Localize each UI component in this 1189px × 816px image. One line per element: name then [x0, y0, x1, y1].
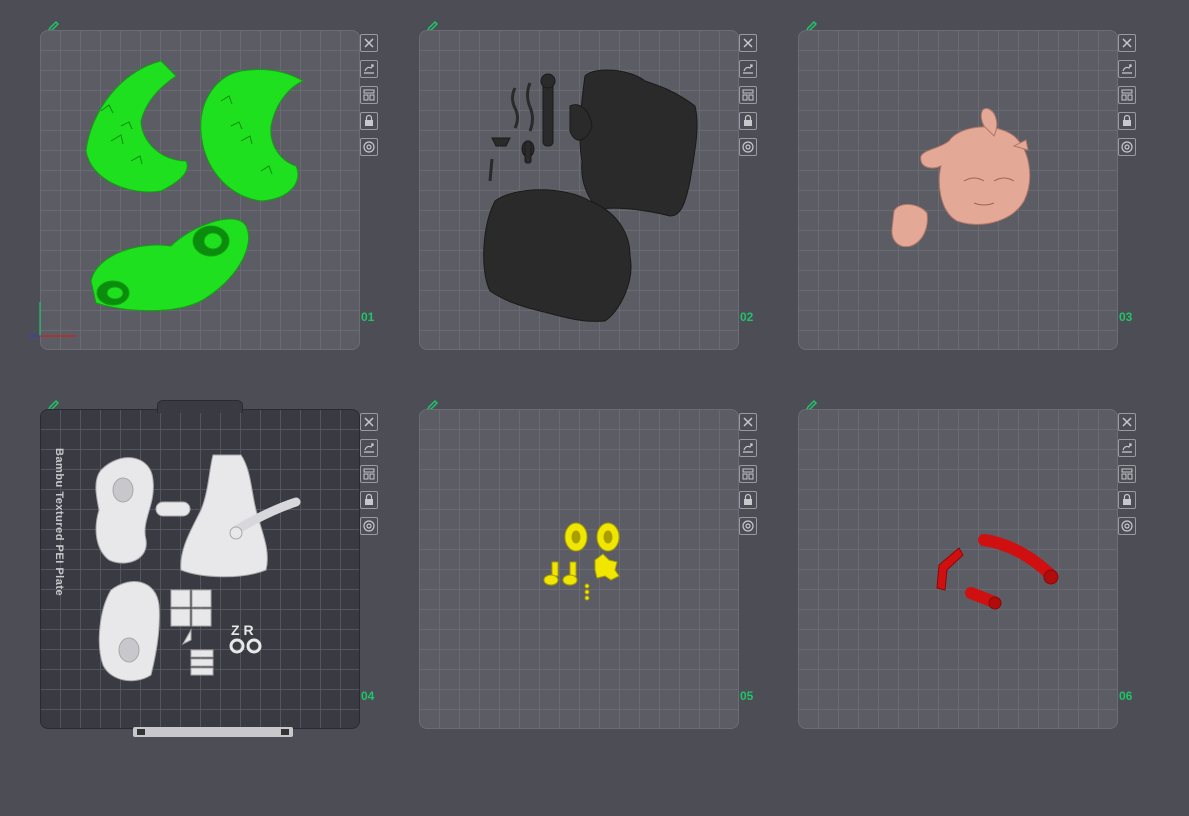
lock-icon[interactable] — [739, 112, 757, 130]
close-icon[interactable] — [739, 413, 757, 431]
lock-icon[interactable] — [1118, 112, 1136, 130]
model-skin-parts[interactable] — [799, 31, 1117, 349]
build-plate[interactable] — [798, 409, 1118, 729]
plate-06[interactable]: 06 — [798, 389, 1158, 729]
auto-orient-icon[interactable] — [360, 439, 378, 457]
auto-orient-icon[interactable] — [1118, 439, 1136, 457]
lock-icon[interactable] — [360, 491, 378, 509]
settings-icon[interactable] — [360, 138, 378, 156]
model-black-parts[interactable] — [420, 31, 738, 349]
close-icon[interactable] — [360, 34, 378, 52]
arrange-icon[interactable] — [1118, 86, 1136, 104]
plate-03[interactable]: 03 — [798, 10, 1158, 350]
plate-05[interactable]: 05 — [419, 389, 779, 729]
plate-number: 02 — [740, 310, 754, 324]
arrange-icon[interactable] — [739, 86, 757, 104]
build-plate[interactable] — [798, 30, 1118, 350]
plate-toolbar — [1118, 413, 1138, 543]
arrange-icon[interactable] — [1118, 465, 1136, 483]
plate-toolbar — [739, 413, 759, 543]
plate-02[interactable]: 02 — [419, 10, 779, 350]
plate-number: 04 — [361, 689, 375, 703]
plate-number: 06 — [1119, 689, 1133, 703]
auto-orient-icon[interactable] — [739, 439, 757, 457]
auto-orient-icon[interactable] — [739, 60, 757, 78]
model-yellow-parts[interactable] — [420, 410, 738, 728]
build-plate[interactable] — [40, 30, 360, 350]
settings-icon[interactable] — [739, 517, 757, 535]
model-red-parts[interactable] — [799, 410, 1117, 728]
plate-number: 05 — [740, 689, 754, 703]
lock-icon[interactable] — [739, 491, 757, 509]
plate-toolbar — [360, 34, 380, 164]
model-white-parts[interactable]: Z R — [41, 410, 359, 728]
arrange-icon[interactable] — [360, 465, 378, 483]
textured-build-plate[interactable]: Bambu Textured PEI Plate Z R — [40, 400, 360, 737]
svg-text:Z R: Z R — [231, 622, 254, 638]
plate-01[interactable]: 01 — [28, 10, 400, 350]
plate-number: 03 — [1119, 310, 1133, 324]
auto-orient-icon[interactable] — [1118, 60, 1136, 78]
build-plate[interactable] — [419, 409, 739, 729]
settings-icon[interactable] — [1118, 517, 1136, 535]
settings-icon[interactable] — [1118, 138, 1136, 156]
auto-orient-icon[interactable] — [360, 60, 378, 78]
lock-icon[interactable] — [360, 112, 378, 130]
arrange-icon[interactable] — [360, 86, 378, 104]
close-icon[interactable] — [1118, 34, 1136, 52]
build-plate[interactable] — [419, 30, 739, 350]
settings-icon[interactable] — [739, 138, 757, 156]
close-icon[interactable] — [739, 34, 757, 52]
plate-04[interactable]: Bambu Textured PEI Plate Z R 04 — [40, 389, 400, 737]
lock-icon[interactable] — [1118, 491, 1136, 509]
settings-icon[interactable] — [360, 517, 378, 535]
plate-toolbar — [1118, 34, 1138, 164]
plate-number: 01 — [361, 310, 375, 324]
arrange-icon[interactable] — [739, 465, 757, 483]
plate-toolbar — [739, 34, 759, 164]
plate-toolbar — [360, 413, 380, 543]
close-icon[interactable] — [360, 413, 378, 431]
close-icon[interactable] — [1118, 413, 1136, 431]
plate-info-bar — [133, 727, 293, 737]
axis-indicator-icon — [28, 302, 76, 337]
model-green-parts[interactable] — [41, 31, 359, 349]
